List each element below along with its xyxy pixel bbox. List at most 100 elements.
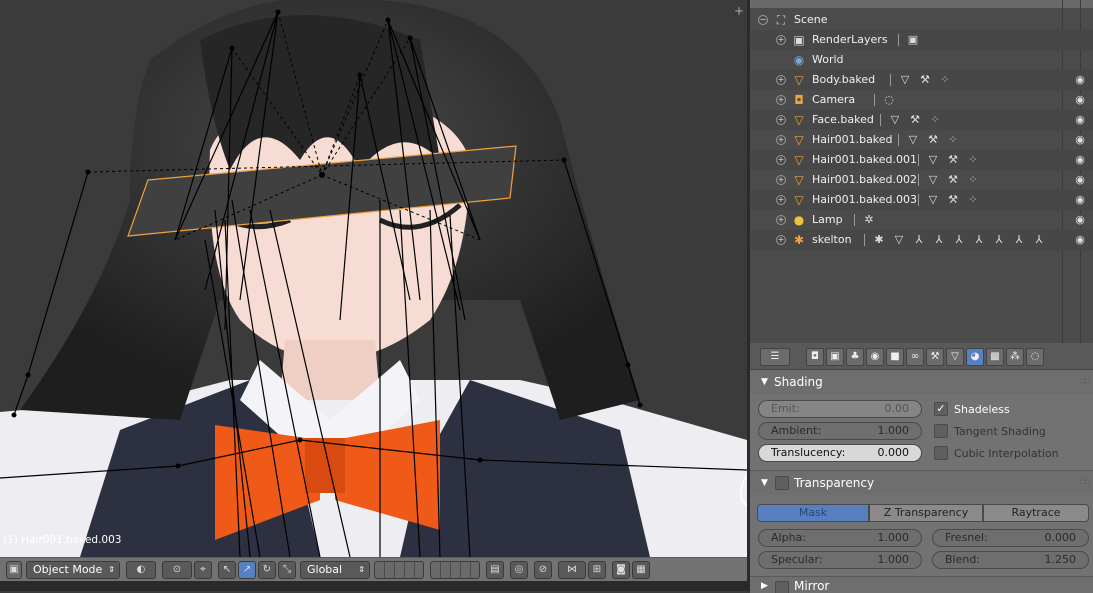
tab-renderlayers-icon[interactable]: ▣ <box>826 348 844 366</box>
datablock-icon[interactable]: ✱ <box>872 233 886 247</box>
pivot-point-icon[interactable]: ⊙ <box>162 561 192 579</box>
datablock-icon[interactable]: ⚒ <box>946 153 960 167</box>
datablock-icon[interactable]: ⁘ <box>938 73 952 87</box>
scale-icon[interactable]: ⤡ <box>278 561 296 579</box>
outliner-row[interactable]: + ▽ Hair001.baked.001 ▽ ⚒ ⁘ ◉ <box>750 150 1093 170</box>
layer-buttons-left[interactable] <box>374 561 424 579</box>
tab-constraints-icon[interactable]: ∞ <box>906 348 924 366</box>
alpha-field[interactable]: Alpha: 1.000 <box>758 529 922 547</box>
lock-layers-icon[interactable]: ▤ <box>486 561 504 579</box>
datablock-icon[interactable]: ⅄ <box>912 233 926 247</box>
tab-material-icon[interactable]: ◕ <box>966 348 984 366</box>
manipulator-toggle-icon[interactable]: ⌖ <box>194 561 212 579</box>
datablock-icon[interactable]: ⅄ <box>1032 233 1046 247</box>
outliner-item-label[interactable]: Hair001.baked <box>812 130 893 150</box>
expand-icon[interactable]: + <box>776 215 786 225</box>
datablock-icon[interactable]: ⁘ <box>966 173 980 187</box>
add-region-icon[interactable]: + <box>732 4 746 18</box>
outliner-row[interactable]: + ▽ Body.baked ▽ ⚒ ⁘ ◉ <box>750 70 1093 90</box>
expand-icon[interactable]: + <box>776 195 786 205</box>
drag-handle-icon[interactable]: ∷∷ <box>1080 471 1091 495</box>
transparency-checkbox[interactable] <box>775 476 789 490</box>
visibility-eye-icon[interactable]: ◉ <box>1073 73 1087 87</box>
datablock-icon[interactable]: ⚒ <box>926 133 940 147</box>
renderlayers-icon[interactable]: ▣ <box>792 33 806 47</box>
snap-element-icon[interactable]: ⋈ <box>558 561 586 579</box>
outliner-row[interactable]: +◉World <box>750 50 1093 70</box>
lamp-icon[interactable]: ● <box>792 213 806 227</box>
datablock-icon[interactable]: ⚒ <box>946 173 960 187</box>
datablock-icon[interactable]: ▽ <box>892 233 906 247</box>
datablock-icon[interactable]: ⅄ <box>972 233 986 247</box>
shadeless-checkbox[interactable]: ✓ <box>934 402 948 416</box>
mode-mask-button[interactable]: Mask <box>757 504 869 522</box>
datablock-icon[interactable]: ▽ <box>888 113 902 127</box>
mode-raytrace-button[interactable]: Raytrace <box>983 504 1089 522</box>
tab-scene-icon[interactable]: ♣ <box>846 348 864 366</box>
datablock-icon[interactable]: ◌ <box>882 93 896 107</box>
datablock-icon[interactable]: ▽ <box>926 193 940 207</box>
expand-icon[interactable]: + <box>776 175 786 185</box>
blend-field[interactable]: Blend: 1.250 <box>932 551 1089 569</box>
scene-icon[interactable]: ⛶ <box>774 13 788 27</box>
mesh-icon[interactable]: ▽ <box>792 73 806 87</box>
datablock-icon[interactable]: ▽ <box>926 153 940 167</box>
datablock-icon[interactable]: ▣ <box>906 33 920 47</box>
visibility-eye-icon[interactable]: ◉ <box>1073 213 1087 227</box>
expand-icon[interactable]: + <box>776 135 786 145</box>
tab-render-icon[interactable]: ◘ <box>806 348 824 366</box>
datablock-icon[interactable]: ⅄ <box>952 233 966 247</box>
outliner-item-label[interactable]: Lamp <box>812 210 843 230</box>
armature-icon[interactable]: ✱ <box>792 233 806 247</box>
viewport-shading-icon[interactable]: ◐ <box>126 561 156 579</box>
tab-texture-icon[interactable]: ▩ <box>986 348 1004 366</box>
datablock-icon[interactable]: ⅄ <box>932 233 946 247</box>
emit-field[interactable]: Emit: 0.00 <box>758 400 922 418</box>
tangent-shading-checkbox[interactable] <box>934 424 948 438</box>
outliner-item-label[interactable]: Scene <box>794 10 828 30</box>
outliner-row[interactable]: + ● Lamp ✲ ◉ <box>750 210 1093 230</box>
translucency-field[interactable]: Translucency: 0.000 <box>758 444 922 462</box>
expand-icon[interactable]: + <box>776 235 786 245</box>
datablock-icon[interactable]: ⚒ <box>918 73 932 87</box>
outliner-row[interactable]: + ▽ Hair001.baked.003 ▽ ⚒ ⁘ ◉ <box>750 190 1093 210</box>
visibility-eye-icon[interactable]: ◉ <box>1073 133 1087 147</box>
mesh-icon[interactable]: ▽ <box>792 173 806 187</box>
ambient-field[interactable]: Ambient: 1.000 <box>758 422 922 440</box>
expand-icon[interactable]: + <box>776 95 786 105</box>
tab-physics-icon[interactable]: ◌ <box>1026 348 1044 366</box>
datablock-icon[interactable]: ▽ <box>906 133 920 147</box>
orientation-selector[interactable]: Global ⇕ <box>300 561 370 579</box>
proportional-edit-icon[interactable]: ◎ <box>510 561 528 579</box>
transform-axes-icon[interactable]: ↖ <box>218 561 236 579</box>
expand-icon[interactable]: + <box>776 115 786 125</box>
outliner-row[interactable]: − ⛶ Scene <box>750 10 1093 30</box>
rotate-icon[interactable]: ↻ <box>258 561 276 579</box>
tab-modifiers-icon[interactable]: ⚒ <box>926 348 944 366</box>
datablock-icon[interactable]: ⅄ <box>992 233 1006 247</box>
mesh-icon[interactable]: ▽ <box>792 113 806 127</box>
editor-type-icon[interactable]: ☰ <box>760 348 790 366</box>
expand-icon[interactable]: + <box>776 75 786 85</box>
datablock-icon[interactable]: ⁘ <box>966 153 980 167</box>
snap-target-icon[interactable]: ⊞ <box>588 561 606 579</box>
tab-world-icon[interactable]: ◉ <box>866 348 884 366</box>
transparency-panel-header[interactable]: ▼ Transparency ∷∷ <box>750 471 1093 495</box>
outliner-row[interactable]: + ▽ Hair001.baked ▽ ⚒ ⁘ ◉ <box>750 130 1093 150</box>
tab-data-icon[interactable]: ▽ <box>946 348 964 366</box>
datablock-icon[interactable]: ⁘ <box>928 113 942 127</box>
datablock-icon[interactable]: ⚒ <box>908 113 922 127</box>
outliner-item-label[interactable]: Body.baked <box>812 70 875 90</box>
editor-type-cube-icon[interactable]: ▣ <box>6 561 22 579</box>
datablock-icon[interactable]: ▽ <box>926 173 940 187</box>
world-icon[interactable]: ◉ <box>792 53 806 67</box>
translate-icon[interactable]: ↗ <box>238 561 256 579</box>
outliner-row[interactable]: + ▽ Hair001.baked.002 ▽ ⚒ ⁘ ◉ <box>750 170 1093 190</box>
outliner-item-label[interactable]: Face.baked <box>812 110 874 130</box>
camera-icon[interactable]: ◘ <box>792 93 806 107</box>
datablock-icon[interactable]: ⚒ <box>946 193 960 207</box>
mirror-checkbox[interactable] <box>775 581 789 593</box>
visibility-eye-icon[interactable]: ◉ <box>1073 93 1087 107</box>
outliner-item-label[interactable]: skelton <box>812 230 852 250</box>
outliner-item-label[interactable]: RenderLayers <box>812 30 888 50</box>
